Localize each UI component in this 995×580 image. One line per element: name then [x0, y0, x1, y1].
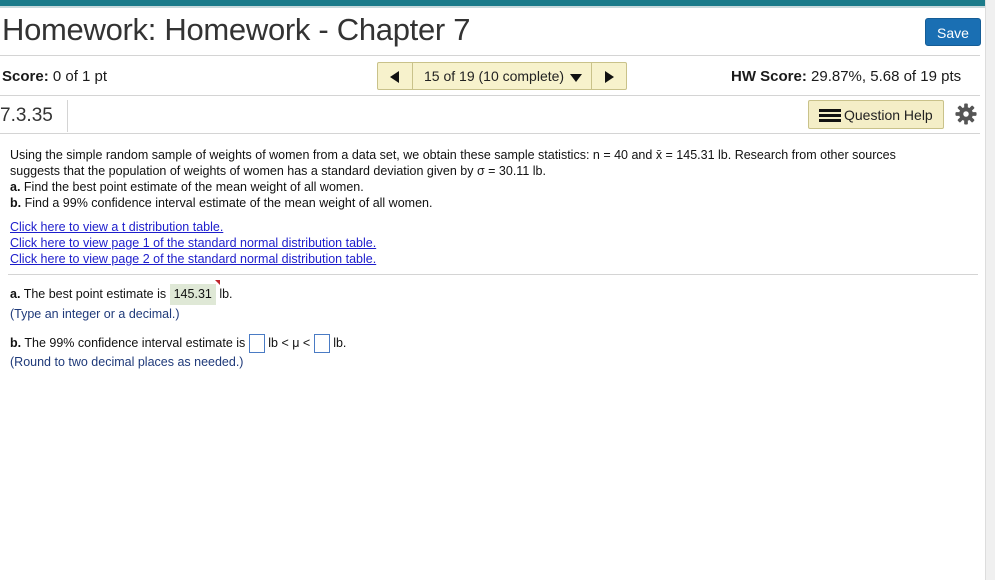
question-help-button[interactable]: Question Help: [808, 100, 944, 129]
answer-b-middle: lb < μ <: [268, 336, 311, 350]
prompt-line-1: Using the simple random sample of weight…: [10, 148, 896, 162]
save-button[interactable]: Save: [925, 18, 981, 46]
part-a-text: Find the best point estimate of the mean…: [23, 180, 364, 194]
normal-table-page2-link[interactable]: Click here to view page 2 of the standar…: [10, 251, 376, 267]
arrow-right-icon: [605, 71, 614, 83]
point-estimate-answer[interactable]: 145.31: [169, 280, 220, 305]
answer-b-marker: b.: [10, 336, 22, 350]
scrollbar[interactable]: [985, 0, 995, 580]
answer-b-text: The 99% confidence interval estimate is: [24, 336, 246, 350]
score-value: 0 of 1 pt: [52, 68, 108, 85]
lower-bound-input[interactable]: [248, 334, 265, 354]
divider: [0, 55, 980, 56]
list-icon: [819, 109, 841, 123]
question-prompt: Using the simple random sample of weight…: [10, 147, 896, 211]
part-b-marker: b.: [10, 196, 22, 210]
upper-bound-input[interactable]: [313, 334, 330, 354]
divider: [0, 133, 980, 134]
prompt-line-2: suggests that the population of weights …: [10, 164, 546, 178]
answer-b-unit: lb.: [333, 336, 347, 350]
answer-a-hint: (Type an integer or a decimal.): [10, 307, 180, 321]
dropdown-arrow-icon[interactable]: [570, 74, 582, 82]
hw-score: HW Score: 29.87%, 5.68 of 19 pts: [731, 68, 961, 85]
question-number: 7.3.35: [0, 105, 53, 126]
normal-table-page1-link[interactable]: Click here to view page 1 of the standar…: [10, 235, 376, 251]
part-b-prompt: b. Find a 99% confidence interval estima…: [10, 195, 896, 211]
answer-a-text: The best point estimate is: [23, 287, 167, 301]
question-navigator: 15 of 19 (10 complete): [377, 62, 627, 90]
divider: [0, 95, 980, 96]
previous-question-button[interactable]: [378, 63, 413, 89]
score-label: Score:: [2, 68, 49, 85]
question-help-label: Question Help: [844, 107, 933, 123]
answer-b-hint: (Round to two decimal places as needed.): [10, 355, 244, 370]
score: Score: 0 of 1 pt: [2, 68, 107, 85]
divider: [8, 274, 978, 275]
hw-score-value: 29.87%, 5.68 of 19 pts: [811, 68, 962, 85]
t-distribution-link[interactable]: Click here to view a t distribution tabl…: [10, 219, 376, 235]
page-title: Homework: Homework - Chapter 7: [2, 12, 471, 47]
part-a-prompt: a. Find the best point estimate of the m…: [10, 179, 896, 195]
part-a-marker: a.: [10, 180, 21, 194]
question-selector[interactable]: 15 of 19 (10 complete): [424, 68, 564, 84]
answer-a-unit: lb.: [219, 287, 233, 301]
next-question-button[interactable]: [591, 63, 626, 89]
arrow-left-icon: [390, 71, 399, 83]
resource-links: Click here to view a t distribution tabl…: [10, 219, 376, 267]
answer-a: a. The best point estimate is 145.31 lb.…: [10, 280, 233, 324]
incorrect-flag-icon: [214, 280, 220, 285]
part-b-text: Find a 99% confidence interval estimate …: [24, 196, 433, 210]
answer-a-marker: a.: [10, 287, 21, 301]
point-estimate-value: 145.31: [173, 287, 212, 301]
hw-score-label: HW Score:: [731, 68, 807, 85]
divider: [67, 100, 68, 132]
top-accent-shadow: [0, 6, 995, 8]
gear-icon[interactable]: [955, 103, 977, 125]
answer-b: b. The 99% confidence interval estimate …: [10, 334, 346, 372]
